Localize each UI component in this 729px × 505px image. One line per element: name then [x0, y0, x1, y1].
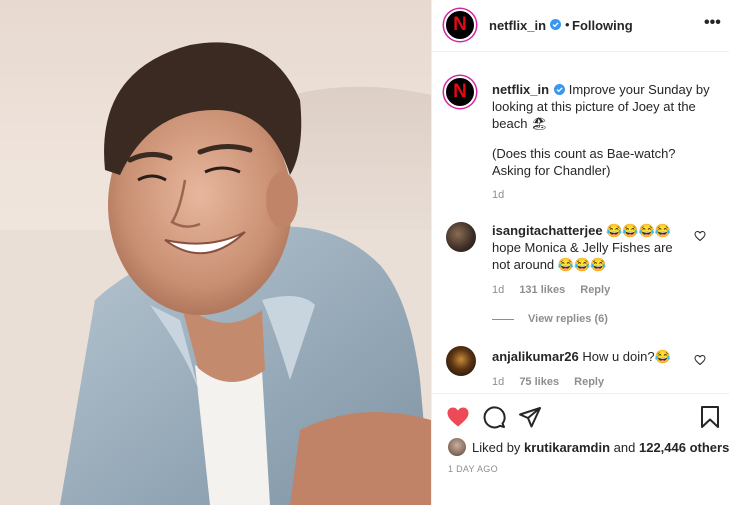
view-replies-label: View replies (6) [528, 313, 608, 325]
liked-by-text: Liked by krutikaramdin and 122,446 other… [472, 440, 729, 455]
comment-likes[interactable]: 75 likes [519, 376, 559, 388]
comment-text: isangitachatterjee 😂😂😂😂 hope Monica & Je… [492, 222, 692, 273]
liked-by-prefix: Liked by [472, 440, 521, 455]
comment-meta: 1d 75 likes Reply [492, 376, 616, 388]
comment-likes[interactable]: 131 likes [519, 284, 565, 296]
profile-avatar[interactable]: N [444, 9, 476, 41]
comment-avatar[interactable] [446, 222, 476, 252]
more-options-icon[interactable]: ••• [704, 14, 721, 32]
post-timestamp[interactable]: 1 DAY AGO [448, 464, 498, 474]
caption-body-2: (Does this count as Bae-watch? Asking fo… [492, 146, 676, 178]
post-image [0, 42, 431, 505]
post-detail-panel: N netflix_in • Following ••• N netflix_i… [431, 0, 729, 505]
liker-username[interactable]: krutikaramdin [524, 440, 610, 455]
comment-text: anjalikumar26 How u doin?😂 [492, 348, 692, 365]
comment-username[interactable]: anjalikumar26 [492, 349, 579, 364]
comment-time: 1d [492, 284, 505, 296]
comment-body: How u doin?😂 [582, 349, 671, 364]
caption-username[interactable]: netflix_in [492, 82, 549, 97]
comment-avatar[interactable] [446, 346, 476, 376]
comment-username[interactable]: isangitachatterjee [492, 223, 603, 238]
comment-meta: 1d 131 likes Reply [492, 284, 622, 296]
comment-bubble-icon[interactable] [482, 405, 506, 429]
bookmark-icon[interactable] [698, 405, 722, 429]
caption-avatar[interactable]: N [444, 76, 476, 108]
reply-button[interactable]: Reply [574, 376, 604, 388]
reply-button[interactable]: Reply [580, 284, 610, 296]
caption-text: netflix_in Improve your Sunday by lookin… [492, 81, 712, 132]
verified-badge-icon [550, 19, 561, 30]
post-photo[interactable] [0, 0, 431, 505]
post-header: N netflix_in • Following ••• [432, 0, 729, 52]
caption-time: 1d [492, 189, 505, 201]
liker-avatar[interactable] [448, 438, 466, 456]
paper-plane-icon[interactable] [518, 405, 542, 429]
netflix-logo-icon: N [453, 14, 467, 35]
heart-filled-icon[interactable] [446, 405, 470, 429]
replies-divider [492, 318, 514, 320]
post-actions: Liked by krutikaramdin and 122,446 other… [432, 393, 729, 505]
view-replies-button[interactable]: View replies (6) [492, 313, 608, 325]
comment-time: 1d [492, 376, 505, 388]
comment-like-icon[interactable] [694, 230, 706, 242]
comment-like-icon[interactable] [694, 354, 706, 366]
header-username[interactable]: netflix_in [489, 18, 546, 33]
likes-count[interactable]: 122,446 others [639, 440, 729, 455]
following-button[interactable]: Following [572, 18, 633, 33]
separator-dot: • [565, 17, 570, 32]
netflix-logo-icon: N [453, 81, 467, 102]
verified-badge-icon [554, 84, 566, 95]
liked-by-and: and [613, 440, 636, 455]
